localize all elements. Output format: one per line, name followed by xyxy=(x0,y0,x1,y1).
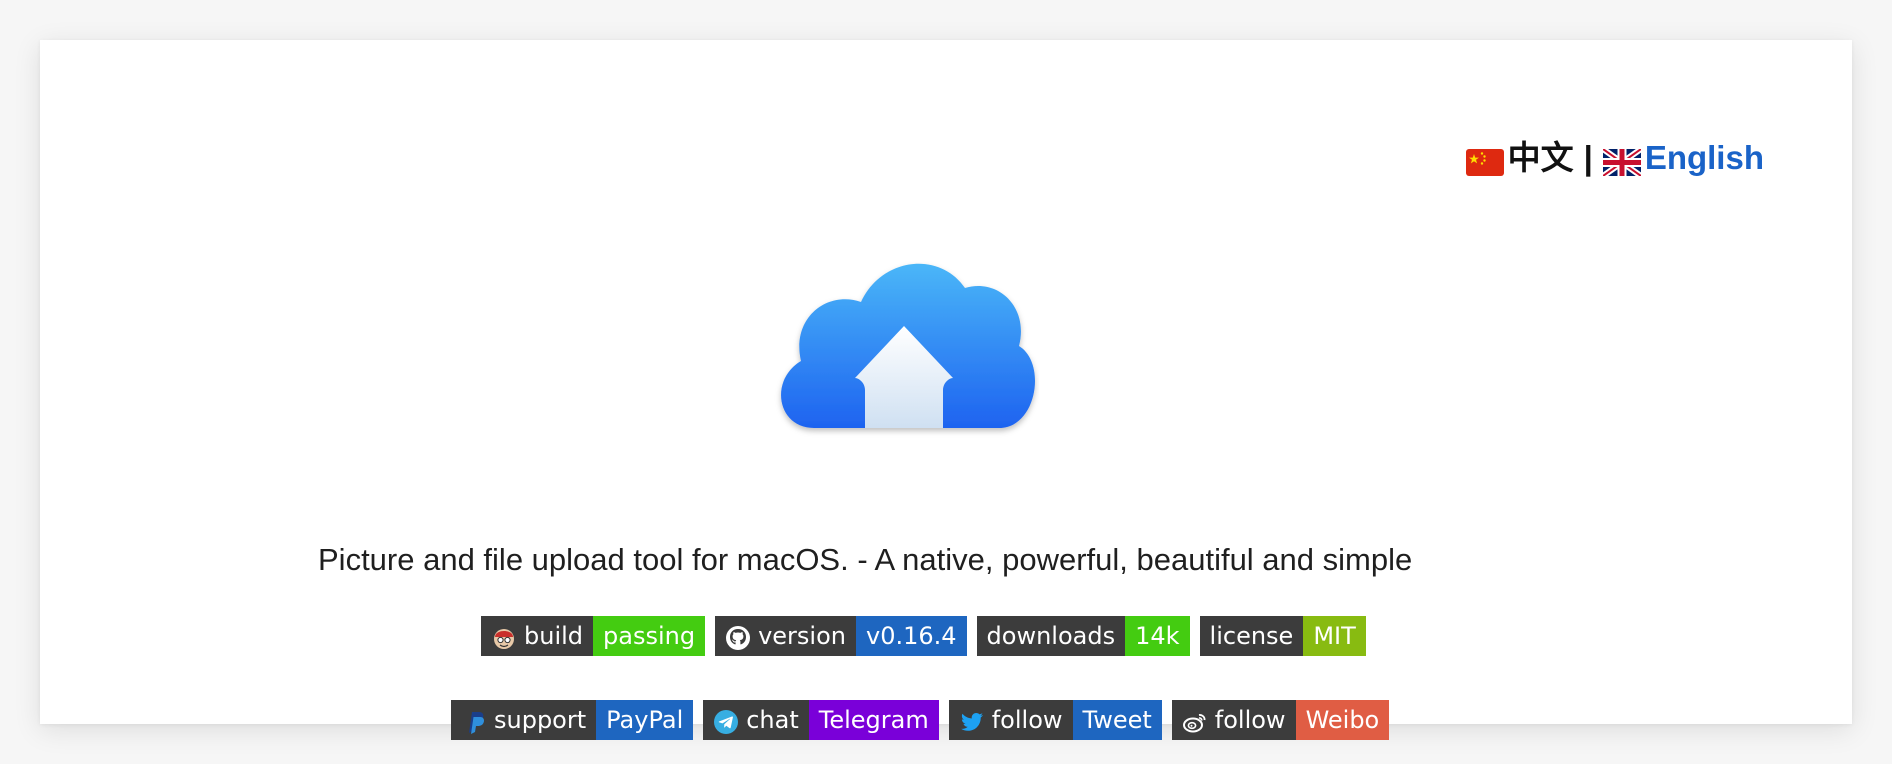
telegram-badge-value: Telegram xyxy=(808,700,939,740)
paypal-badge-label: support xyxy=(494,706,587,734)
downloads-badge-value: 14k xyxy=(1125,616,1190,656)
travis-ci-icon xyxy=(491,623,517,649)
telegram-icon xyxy=(713,707,739,734)
github-icon xyxy=(725,623,751,650)
downloads-badge-label: downloads xyxy=(986,622,1116,650)
version-badge-value: v0.16.4 xyxy=(855,616,967,656)
twitter-badge-label: follow xyxy=(991,706,1063,734)
twitter-badge[interactable]: follow Tweet xyxy=(948,700,1162,740)
license-badge[interactable]: license MIT xyxy=(1199,616,1366,656)
version-badge-label: version xyxy=(758,622,846,650)
weibo-badge-label: follow xyxy=(1214,706,1286,734)
build-badge-label: build xyxy=(524,622,584,650)
license-badge-value: MIT xyxy=(1303,616,1366,656)
language-separator: | xyxy=(1583,139,1593,176)
english-link[interactable]: English xyxy=(1645,138,1764,178)
telegram-badge-label: chat xyxy=(746,706,799,734)
language-switch: 中文 | English xyxy=(1465,138,1764,178)
weibo-icon xyxy=(1182,707,1208,733)
paypal-badge[interactable]: support PayPal xyxy=(451,700,694,740)
paypal-badge-value: PayPal xyxy=(596,700,694,740)
build-badge[interactable]: build passing xyxy=(481,616,706,656)
china-flag-icon xyxy=(1465,145,1504,176)
readme-card: 中文 | English Picture and file upload too… xyxy=(40,40,1852,740)
build-badge-value: passing xyxy=(593,616,706,656)
badge-row-1: build passing version v0.16.4 downloads … xyxy=(481,616,1366,656)
weibo-badge[interactable]: follow Weibo xyxy=(1171,700,1390,740)
version-badge[interactable]: version v0.16.4 xyxy=(715,616,967,656)
license-badge-label: license xyxy=(1209,622,1294,650)
badge-row-2: support PayPal chat Telegram follow Twee… xyxy=(451,700,1390,740)
weibo-badge-value: Weibo xyxy=(1295,700,1390,740)
paypal-icon xyxy=(461,707,487,734)
twitter-icon xyxy=(959,707,985,733)
downloads-badge[interactable]: downloads 14k xyxy=(976,616,1190,656)
telegram-badge[interactable]: chat Telegram xyxy=(703,700,939,740)
tagline: Picture and file upload tool for macOS. … xyxy=(318,542,1413,577)
cloud-upload-icon xyxy=(769,198,1039,438)
uk-flag-icon xyxy=(1601,145,1643,178)
chinese-link[interactable]: 中文 xyxy=(1508,138,1574,178)
twitter-badge-value: Tweet xyxy=(1072,700,1162,740)
